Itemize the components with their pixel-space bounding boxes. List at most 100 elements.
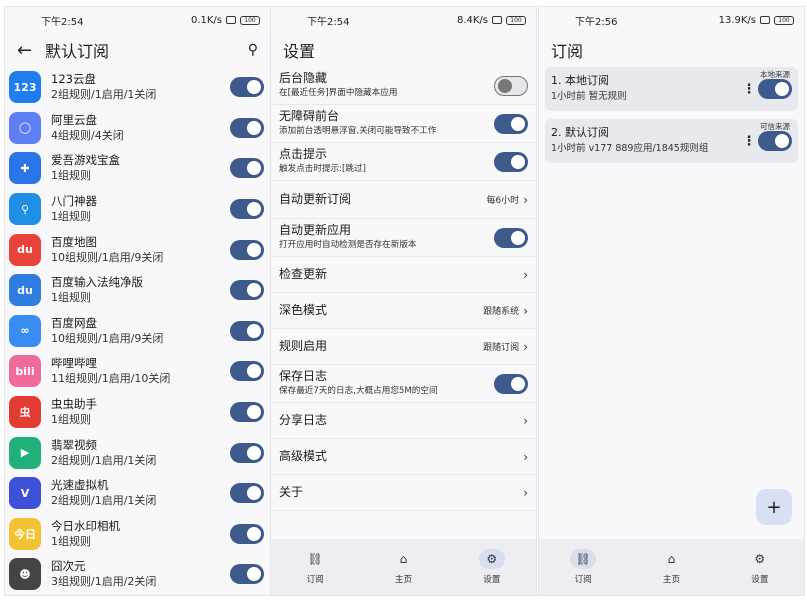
app-list: 123 123云盘 2组规则/1启用/1关闭 ◯ 阿里云盘 4组规则/4关闭 ✚ 爱吾游戏宝盒… <box>5 67 270 595</box>
app-enable-toggle[interactable] <box>230 523 264 544</box>
add-subscription-button[interactable]: + <box>756 489 792 525</box>
settings-text: 点击提示 触发点击时提示:[跳过] <box>279 147 494 177</box>
more-options-icon[interactable]: ⋮ <box>740 82 758 97</box>
settings-item[interactable]: 深色模式 跟随系统 › <box>271 293 536 329</box>
app-rule-row[interactable]: 123 123云盘 2组规则/1启用/1关闭 <box>5 67 270 108</box>
app-rule-row[interactable]: 虫虫虫助手 1组规则 <box>5 392 270 433</box>
app-rule-row[interactable]: ⚲ 八门神器 1组规则 <box>5 189 270 230</box>
settings-item[interactable]: 自动更新订阅 每6小时 › <box>271 181 536 219</box>
nav-item-home[interactable]: ⌂ 主页 <box>359 539 447 595</box>
gear-icon: ⚙ <box>754 552 766 566</box>
app-icon: ☻ <box>9 558 41 591</box>
app-rule-row[interactable]: bili 哔哩哔哩 11组规则/1启用/10关闭 <box>5 351 270 392</box>
app-enable-toggle[interactable] <box>230 158 264 179</box>
settings-toggle[interactable] <box>494 227 528 248</box>
top-app-bar: ← 默认订阅 ⚲ <box>5 33 270 67</box>
app-enable-toggle[interactable] <box>230 117 264 138</box>
settings-item[interactable]: 无障碍前台 添加前台透明悬浮窗,关闭可能导致不工作 <box>271 105 536 143</box>
settings-toggle[interactable] <box>494 75 528 96</box>
app-rule-row[interactable]: ✚ 爱吾游戏宝盒 1组规则 <box>5 148 270 189</box>
settings-list: 后台隐藏 在[最近任务]界面中隐藏本应用无障碍前台 添加前台透明悬浮窗,关闭可能导致… <box>271 67 536 511</box>
app-rule-row[interactable]: ▶ 翡翠视频 2组规则/1启用/1关闭 <box>5 432 270 473</box>
more-options-icon[interactable]: ⋮ <box>740 134 758 149</box>
app-rule-row[interactable]: ◯ 阿里云盘 4组规则/4关闭 <box>5 108 270 149</box>
app-text: 爱吾游戏宝盒 1组规则 <box>51 152 230 184</box>
status-bar: 下午2:56 13.9K/s 100 <box>539 7 804 33</box>
back-arrow-icon[interactable]: ← <box>17 40 45 61</box>
settings-item[interactable]: 后台隐藏 在[最近任务]界面中隐藏本应用 <box>271 67 536 105</box>
app-enable-toggle[interactable] <box>230 77 264 98</box>
nav-item-home[interactable]: ⌂ 主页 <box>627 539 715 595</box>
app-text: 光速虚拟机 2组规则/1启用/1关闭 <box>51 477 230 509</box>
status-time: 下午2:54 <box>307 16 350 28</box>
subscription-toggle[interactable] <box>758 79 792 99</box>
app-name: 阿里云盘 <box>51 112 97 127</box>
app-rule-row[interactable]: ☻ 囧次元 3组规则/1启用/2关闭 <box>5 554 270 595</box>
settings-item[interactable]: 自动更新应用 打开应用时自动检测是否存在新版本 <box>271 219 536 257</box>
wifi-icon <box>760 16 770 24</box>
settings-item[interactable]: 点击提示 触发点击时提示:[跳过] <box>271 143 536 181</box>
app-rule-row[interactable]: V 光速虚拟机 2组规则/1启用/1关闭 <box>5 473 270 514</box>
app-text: 八门神器 1组规则 <box>51 193 230 225</box>
nav-item-link[interactable]: ⛓ 订阅 <box>271 539 359 595</box>
subscription-toggle[interactable] <box>758 131 792 151</box>
battery-icon: 100 <box>506 15 526 25</box>
settings-value: 每6小时 <box>486 196 520 206</box>
search-icon[interactable]: ⚲ <box>248 42 258 58</box>
settings-item[interactable]: 规则启用 跟随订阅 › <box>271 329 536 365</box>
settings-description: 在[最近任务]界面中隐藏本应用 <box>279 87 398 98</box>
settings-text: 分享日志 <box>279 413 523 428</box>
app-enable-toggle[interactable] <box>230 280 264 301</box>
subscription-meta: 1小时前 v177 889应用/1845规则组 <box>551 143 709 154</box>
app-enable-toggle[interactable] <box>230 564 264 585</box>
settings-toggle[interactable] <box>494 373 528 394</box>
app-rule-summary: 3组规则/1启用/2关闭 <box>51 575 157 589</box>
app-name: 哔哩哔哩 <box>51 356 97 371</box>
app-text: 百度网盘 10组规则/1启用/9关闭 <box>51 315 230 347</box>
settings-item[interactable]: 关于 › <box>271 475 536 511</box>
nav-item-gear[interactable]: ⚙ 设置 <box>716 539 804 595</box>
app-text: 哔哩哔哩 11组规则/1启用/10关闭 <box>51 355 230 387</box>
app-name: 八门神器 <box>51 194 97 209</box>
settings-item[interactable]: 分享日志 › <box>271 403 536 439</box>
settings-item[interactable]: 保存日志 保存最近7天的日志,大概占用您5M的空间 <box>271 365 536 403</box>
link-icon: ⛓ <box>307 552 323 566</box>
battery-icon: 100 <box>774 15 794 25</box>
settings-title: 保存日志 <box>279 368 328 383</box>
app-text: 囧次元 3组规则/1启用/2关闭 <box>51 558 230 590</box>
settings-toggle[interactable] <box>494 151 528 172</box>
app-icon: du <box>9 233 41 266</box>
settings-text: 规则启用 <box>279 339 483 354</box>
settings-text: 无障碍前台 添加前台透明悬浮窗,关闭可能导致不工作 <box>279 109 494 139</box>
app-enable-toggle[interactable] <box>230 483 264 504</box>
app-enable-toggle[interactable] <box>230 442 264 463</box>
settings-item[interactable]: 高级模式 › <box>271 439 536 475</box>
settings-item[interactable]: 检查更新 › <box>271 257 536 293</box>
app-name: 百度地图 <box>51 234 97 249</box>
app-icon: ▶ <box>9 436 41 469</box>
app-enable-toggle[interactable] <box>230 320 264 341</box>
nav-item-link[interactable]: ⛓ 订阅 <box>539 539 627 595</box>
app-icon: 虫 <box>9 396 41 429</box>
app-rule-row[interactable]: du 百度输入法纯净版 1组规则 <box>5 270 270 311</box>
settings-title: 深色模式 <box>279 303 328 317</box>
app-rule-row[interactable]: 今日 今日水印相机 1组规则 <box>5 514 270 555</box>
app-rule-row[interactable]: ∞ 百度网盘 10组规则/1启用/9关闭 <box>5 311 270 352</box>
app-enable-toggle[interactable] <box>230 361 264 382</box>
nav-item-gear[interactable]: ⚙ 设置 <box>448 539 536 595</box>
settings-text: 关于 <box>279 485 523 500</box>
app-rule-summary: 1组规则 <box>51 169 91 183</box>
app-enable-toggle[interactable] <box>230 402 264 423</box>
app-name: 百度输入法纯净版 <box>51 275 143 290</box>
subscription-card[interactable]: 2. 默认订阅 1小时前 v177 889应用/1845规则组 ⋮ 可信来源 <box>545 119 798 163</box>
subscription-card[interactable]: 1. 本地订阅 1小时前 暂无规则 ⋮ 本地来源 <box>545 67 798 111</box>
settings-title: 分享日志 <box>279 413 328 427</box>
settings-toggle[interactable] <box>494 113 528 134</box>
app-name: 虫虫助手 <box>51 397 97 412</box>
app-text: 翡翠视频 2组规则/1启用/1关闭 <box>51 437 230 469</box>
app-rule-row[interactable]: du 百度地图 10组规则/1启用/9关闭 <box>5 229 270 270</box>
app-enable-toggle[interactable] <box>230 239 264 260</box>
app-icon: du <box>9 274 41 307</box>
app-enable-toggle[interactable] <box>230 199 264 220</box>
app-icon: ∞ <box>9 314 41 347</box>
